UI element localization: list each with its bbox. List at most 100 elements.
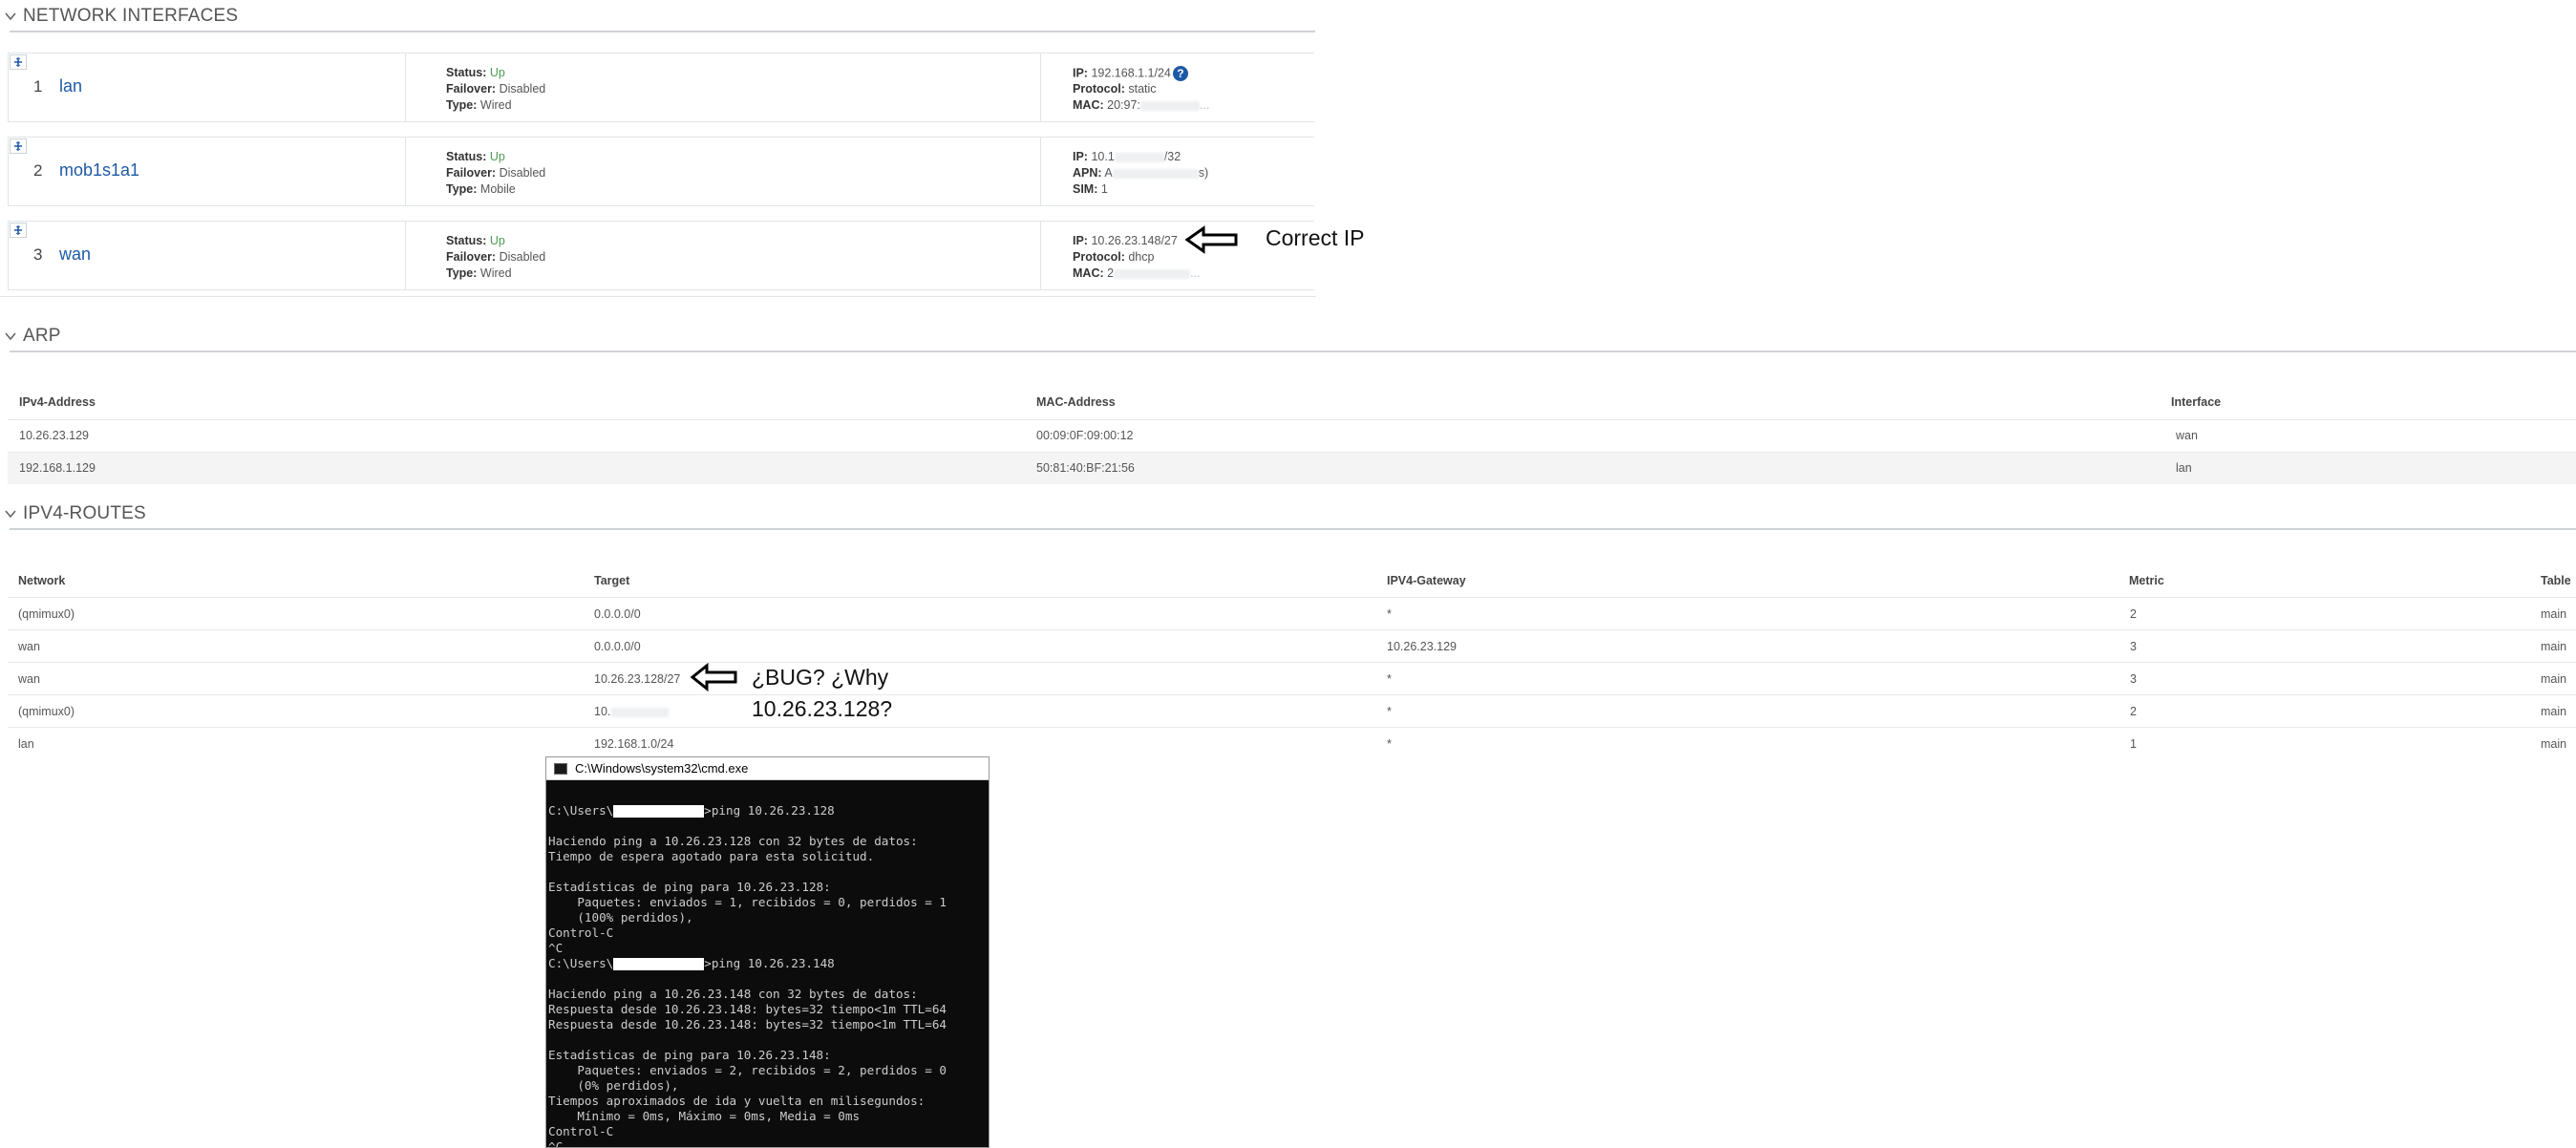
cmd-window[interactable]: C:\Windows\system32\cmd.exe C:\Users\ >pi… (545, 756, 990, 1148)
cmd-titlebar[interactable]: C:\Windows\system32\cmd.exe (546, 757, 989, 780)
type-label: Type: (446, 98, 478, 112)
apn-value: A (1104, 166, 1113, 180)
route-target-cell: 10. (594, 705, 611, 718)
interface-name-link[interactable]: wan (59, 244, 91, 265)
type-row: Type: Wired (446, 266, 512, 280)
route-gateway-cell: 10.26.23.129 (1387, 640, 1457, 653)
cmd-line: Tiempo de espera agotado para esta solic… (548, 849, 875, 863)
redacted-area (613, 958, 705, 970)
expand-button[interactable] (10, 138, 27, 154)
chevron-down-icon[interactable] (4, 330, 17, 343)
expand-button[interactable] (10, 54, 27, 70)
section-divider (0, 296, 1316, 297)
arp-ip-cell: 192.168.1.129 (19, 461, 96, 475)
expand-button[interactable] (10, 223, 27, 238)
interface-card-lan: 1 lan Status: Up Failover: Disabled Type… (8, 53, 1314, 122)
route-table-cell: main (2541, 737, 2567, 751)
section-title: NETWORK INTERFACES (23, 6, 239, 26)
interface-name-link[interactable]: lan (59, 76, 82, 96)
failover-label: Failover: (446, 166, 497, 180)
route-network-cell: wan (18, 672, 40, 686)
redacted-area (613, 805, 705, 818)
protocol-value: dhcp (1128, 250, 1155, 264)
section-title: ARP (23, 326, 61, 346)
column-header[interactable]: Network (18, 574, 65, 587)
status-row: Status: Up (446, 234, 505, 247)
left-arrow-icon (1184, 225, 1238, 254)
route-network-cell: (qmimux0) (18, 705, 75, 718)
cmd-line: Control-C (548, 925, 614, 940)
chevron-down-icon[interactable] (4, 10, 17, 23)
failover-row: Failover: Disabled (446, 82, 545, 96)
ip-value: 10.1 (1091, 150, 1115, 163)
expand-icon (14, 57, 22, 67)
failover-row: Failover: Disabled (446, 250, 545, 264)
interface-address-column: IP: 192.168.1.1/24? Protocol: static MAC… (1040, 53, 1209, 121)
network-interfaces-header[interactable]: NETWORK INTERFACES (0, 2, 238, 31)
ipv4-routes-header[interactable]: IPV4-ROUTES (0, 500, 146, 528)
column-header[interactable]: Interface (2171, 395, 2221, 409)
cmd-line: Haciendo ping a 10.26.23.148 con 32 byte… (548, 987, 918, 1001)
mac-value: 20:97: (1107, 98, 1140, 112)
cmd-prompt-char: > (704, 956, 712, 970)
mac-label: MAC: (1073, 98, 1104, 112)
redacted-area (1112, 168, 1199, 179)
interface-name-link[interactable]: mob1s1a1 (59, 160, 139, 181)
type-row: Type: Mobile (446, 182, 516, 196)
cmd-prompt: C:\Users\ (548, 803, 614, 818)
cmd-line (548, 864, 989, 880)
failover-value: Disabled (499, 82, 546, 96)
column-header[interactable]: IPV4-Gateway (1387, 574, 1466, 587)
cmd-output[interactable]: C:\Users\ >ping 10.26.23.128 Haciendo pin… (546, 780, 989, 1147)
sim-label: SIM: (1073, 182, 1098, 196)
ip-label: IP: (1073, 234, 1088, 247)
cmd-line: Estadísticas de ping para 10.26.23.128: (548, 880, 831, 894)
route-network-cell: wan (18, 640, 40, 653)
arp-mac-cell: 50:81:40:BF:21:56 (1036, 461, 1135, 475)
type-value: Mobile (479, 182, 516, 196)
ip-value: 192.168.1.1/24 (1091, 66, 1171, 80)
column-header[interactable]: MAC-Address (1036, 395, 1116, 409)
chevron-down-icon[interactable] (4, 507, 17, 521)
cmd-prompt: C:\Users\ (548, 956, 614, 970)
sim-value: 1 (1100, 182, 1108, 196)
interface-number: 1 (33, 77, 43, 96)
column-header[interactable]: IPv4-Address (19, 395, 96, 409)
interface-address-column: IP: 10.26.23.148/27 Protocol: dhcp MAC: … (1040, 222, 1201, 289)
cmd-line: Haciendo ping a 10.26.23.128 con 32 byte… (548, 834, 918, 848)
apn-row: APN: As) (1073, 166, 1208, 180)
route-gateway-cell: * (1387, 607, 1392, 621)
ip-row: IP: 192.168.1.1/24? (1073, 66, 1188, 81)
cmd-line: Estadísticas de ping para 10.26.23.148: (548, 1048, 831, 1062)
column-header[interactable]: Table (2541, 574, 2571, 587)
status-label: Status: (446, 150, 487, 163)
status-label: Status: (446, 66, 487, 79)
route-metric-cell: 3 (2130, 672, 2137, 686)
table-row (8, 727, 2576, 759)
cmd-line: C:\Users\ >ping 10.26.23.148 (548, 956, 989, 971)
protocol-row: Protocol: dhcp (1073, 250, 1154, 264)
section-title: IPV4-ROUTES (23, 503, 146, 523)
redacted-area (611, 708, 669, 717)
ip-label: IP: (1073, 150, 1088, 163)
column-header[interactable]: Metric (2129, 574, 2164, 587)
cmd-icon (554, 762, 567, 775)
ip-label: IP: (1073, 66, 1088, 80)
type-value: Wired (479, 98, 512, 112)
expand-icon (14, 225, 22, 235)
arp-header[interactable]: ARP (0, 322, 61, 351)
route-table-cell: main (2541, 607, 2567, 621)
help-icon[interactable]: ? (1172, 66, 1188, 81)
cmd-line: Respuesta desde 10.26.23.148: bytes=32 t… (548, 1002, 947, 1016)
interface-number: 2 (33, 161, 43, 180)
route-table-cell: main (2541, 672, 2567, 686)
interface-card-wan: 3 wan Status: Up Failover: Disabled Type… (8, 221, 1314, 290)
cmd-line: C:\Users\ >ping 10.26.23.128 (548, 803, 989, 818)
mac-row: MAC: 2... (1073, 266, 1201, 280)
route-gateway-cell: * (1387, 705, 1392, 718)
interface-number: 3 (33, 245, 43, 264)
ip-row: IP: 10.26.23.148/27 (1073, 234, 1178, 247)
sim-row: SIM: 1 (1073, 182, 1108, 196)
column-header[interactable]: Target (594, 574, 629, 587)
interface-address-column: IP: 10.1/32 APN: As) SIM: 1 (1040, 138, 1208, 205)
